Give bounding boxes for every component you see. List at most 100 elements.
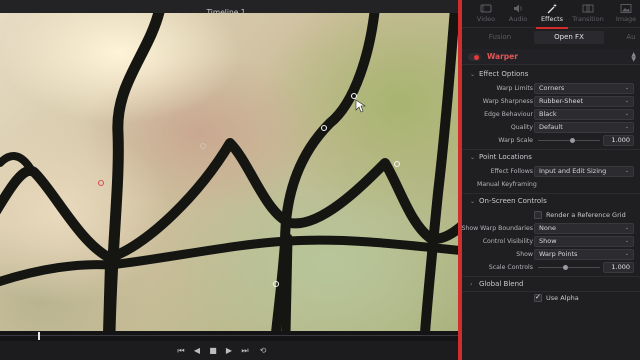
slider-knob[interactable] — [570, 138, 575, 143]
param-show-warp-boundaries: Show Warp Boundaries None ⌄ — [462, 222, 640, 235]
inspector-panel: Video Audio Effects Transition Image Fus… — [462, 0, 640, 360]
tab-audio-fx[interactable]: Au — [622, 31, 640, 44]
warp-limits-dropdown[interactable]: Corners ⌄ — [534, 83, 634, 94]
reorder-arrows-icon[interactable]: ▲ ▼ — [631, 52, 636, 63]
param-scale-controls: Scale Controls 1.000 — [462, 261, 640, 274]
chevron-down-icon: ⌄ — [624, 168, 629, 174]
tab-fusion[interactable]: Fusion — [478, 31, 522, 44]
section-global-blend[interactable]: › Global Blend — [462, 278, 640, 291]
video-icon — [480, 4, 492, 13]
divider — [462, 276, 640, 277]
param-label: Edge Behaviour — [484, 111, 533, 118]
effect-category-tabs: Fusion Open FX Au — [462, 30, 640, 45]
effects-wand-icon — [547, 3, 557, 14]
tab-open-fx[interactable]: Open FX — [534, 31, 604, 44]
section-effect-options[interactable]: ⌄ Effect Options — [462, 68, 640, 81]
wrought-iron-fence-image — [0, 13, 460, 331]
checkbox-label: Render a Reference Grid — [546, 211, 626, 219]
param-label: Warp Scale — [498, 137, 533, 144]
chevron-down-icon: ⌄ — [624, 225, 629, 231]
warp-point[interactable] — [393, 160, 401, 168]
effect-enable-toggle[interactable] — [468, 53, 481, 61]
chevron-down-icon: ⌄ — [624, 85, 629, 91]
param-edge-behaviour: Edge Behaviour Black ⌄ — [462, 108, 640, 121]
dropdown-value: Black — [539, 110, 557, 118]
use-alpha-checkbox[interactable] — [534, 293, 542, 302]
tab-transition[interactable]: Transition — [570, 3, 606, 28]
tab-image-label: Image — [615, 15, 637, 23]
transport-controls: ⏮ ◀ ■ ▶ ⏭ ⟲ — [0, 341, 460, 360]
dropdown-value: Default — [539, 123, 563, 131]
slider-knob[interactable] — [563, 265, 568, 270]
chevron-down-icon: ⌄ — [470, 71, 476, 78]
chevron-right-icon: › — [470, 281, 473, 288]
play-icon[interactable]: ▶ — [223, 345, 235, 356]
playhead[interactable] — [38, 332, 40, 340]
render-reference-grid-checkbox[interactable] — [534, 211, 542, 219]
play-reverse-icon[interactable]: ◀ — [191, 345, 203, 356]
viewer-panel: Timeline 1⌄ — [0, 0, 460, 360]
checkbox-label: Use Alpha — [546, 294, 579, 302]
stop-icon[interactable]: ■ — [207, 345, 219, 356]
tab-effects[interactable]: Effects — [534, 3, 570, 29]
scrub-track — [0, 335, 460, 336]
param-label: Warp Limits — [496, 85, 533, 92]
chevron-down-icon: ⌄ — [470, 154, 476, 161]
last-frame-icon[interactable]: ⏭ — [239, 345, 251, 356]
divider — [462, 149, 640, 150]
dropdown-value: Input and Edit Sizing — [539, 167, 607, 175]
chevron-down-icon: ⌄ — [624, 98, 629, 104]
warp-point-selected[interactable] — [97, 179, 105, 187]
tab-audio-label: Audio — [508, 15, 528, 23]
scale-controls-slider[interactable] — [538, 265, 600, 270]
param-label: Show Warp Boundaries — [462, 225, 533, 232]
chevron-down-icon: ⌄ — [624, 251, 629, 257]
warp-sharpness-dropdown[interactable]: Rubber-Sheet ⌄ — [534, 96, 634, 107]
edge-behaviour-dropdown[interactable]: Black ⌄ — [534, 109, 634, 120]
first-frame-icon[interactable]: ⏮ — [175, 345, 187, 356]
tab-image[interactable]: Image — [608, 3, 640, 28]
scale-controls-value[interactable]: 1.000 — [603, 262, 634, 273]
param-label: Warp Sharpness — [482, 98, 533, 105]
param-use-alpha: Use Alpha — [462, 292, 640, 305]
quality-dropdown[interactable]: Default ⌄ — [534, 122, 634, 133]
effect-follows-dropdown[interactable]: Input and Edit Sizing ⌄ — [534, 166, 634, 177]
section-title: Effect Options — [479, 70, 529, 78]
chevron-down-icon: ⌄ — [624, 111, 629, 117]
param-warp-sharpness: Warp Sharpness Rubber-Sheet ⌄ — [462, 95, 640, 108]
inspector-tabs: Video Audio Effects Transition Image — [462, 0, 640, 29]
param-effect-follows: Effect Follows Input and Edit Sizing ⌄ — [462, 165, 640, 178]
effect-name: Warper — [487, 52, 518, 61]
param-control-visibility: Control Visibility Show ⌄ — [462, 235, 640, 248]
loop-icon[interactable]: ⟲ — [257, 345, 269, 356]
section-title: On-Screen Controls — [479, 197, 547, 205]
tab-effects-label: Effects — [540, 15, 564, 23]
dropdown-value: Warp Points — [539, 250, 578, 258]
control-visibility-dropdown[interactable]: Show ⌄ — [534, 236, 634, 247]
show-warp-boundaries-dropdown[interactable]: None ⌄ — [534, 223, 634, 234]
tab-video[interactable]: Video — [468, 3, 504, 28]
section-title: Point Locations — [479, 153, 532, 161]
param-label: Show — [516, 251, 533, 258]
tab-video-label: Video — [476, 15, 496, 23]
dropdown-value: None — [539, 224, 556, 232]
warp-point[interactable] — [199, 142, 207, 150]
section-point-locations[interactable]: ⌄ Point Locations — [462, 151, 640, 164]
divider — [462, 193, 640, 194]
param-render-reference-grid: Render a Reference Grid — [462, 209, 640, 222]
param-show: Show Warp Points ⌄ — [462, 248, 640, 261]
transition-icon — [582, 4, 594, 13]
dropdown-value: Rubber-Sheet — [539, 97, 583, 105]
section-on-screen-controls[interactable]: ⌄ On-Screen Controls — [462, 195, 640, 208]
chevron-down-icon: ⌄ — [470, 198, 476, 205]
viewer-canvas[interactable] — [0, 13, 460, 331]
tab-audio[interactable]: Audio — [500, 3, 536, 28]
show-dropdown[interactable]: Warp Points ⌄ — [534, 249, 634, 260]
warp-scale-slider[interactable] — [538, 138, 600, 143]
chevron-down-icon: ⌄ — [624, 238, 629, 244]
viewer-scrub-bar[interactable] — [0, 331, 460, 341]
image-icon — [620, 4, 632, 13]
warp-scale-value[interactable]: 1.000 — [603, 135, 634, 146]
param-label: Quality — [510, 124, 533, 131]
dropdown-value: Show — [539, 237, 557, 245]
